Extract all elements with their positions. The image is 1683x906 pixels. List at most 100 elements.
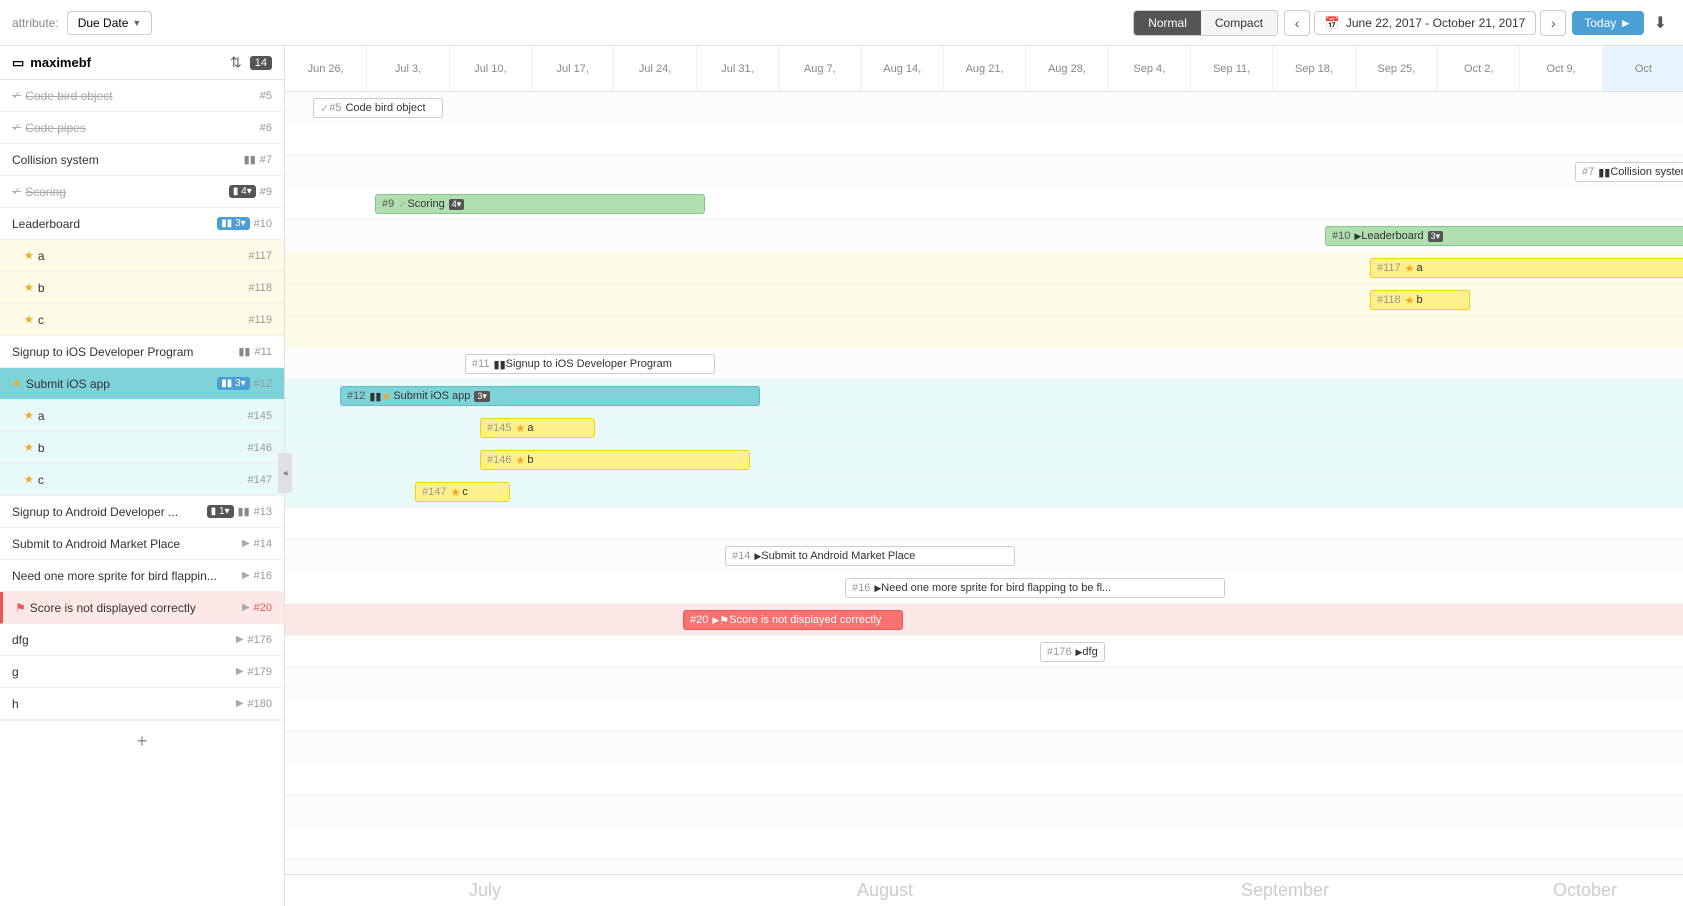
- timeline-col: Jul 10,: [450, 46, 532, 91]
- gantt-bar[interactable]: #145 ★ a: [480, 418, 595, 438]
- gantt-inner: Jun 26, Jul 3, Jul 10, Jul 17, Jul 24, J…: [285, 46, 1683, 906]
- task-row[interactable]: ★ c #147: [0, 464, 284, 496]
- task-row[interactable]: ★ Submit iOS app ▮▮ 3▾ #12: [0, 368, 284, 400]
- gantt-row: [285, 732, 1683, 764]
- gantt-row: #176 ▶ dfg: [285, 636, 1683, 668]
- gantt-bar[interactable]: #10 ▶ Leaderboard 3▾: [1325, 226, 1683, 246]
- collapse-icon[interactable]: ▭: [12, 55, 24, 71]
- task-row[interactable]: Leaderboard ▮▮ 3▾ #10: [0, 208, 284, 240]
- gantt-row: #11 ▮▮ Signup to iOS Developer Program: [285, 348, 1683, 380]
- badge: 4▾: [449, 199, 465, 210]
- task-row[interactable]: ✓ Code pipes #6: [0, 112, 284, 144]
- play-icon: ▶: [242, 602, 250, 613]
- task-row[interactable]: Signup to Android Developer ... ▮ 1▾ ▮▮ …: [0, 496, 284, 528]
- timeline-col: Aug 28,: [1026, 46, 1108, 91]
- task-row[interactable]: ⚑ Score is not displayed correctly ▶ #20: [0, 592, 284, 624]
- gantt-bar[interactable]: #20 ▶ ⚑ Score is not displayed correctly: [683, 610, 903, 630]
- bar-id: #5: [329, 102, 341, 114]
- task-row[interactable]: ★ c #119: [0, 304, 284, 336]
- task-row[interactable]: ✓ Code bird object #5: [0, 80, 284, 112]
- task-row[interactable]: g ▶ #179: [0, 656, 284, 688]
- timeline-col: Sep 18,: [1273, 46, 1355, 91]
- task-row[interactable]: ★ b #118: [0, 272, 284, 304]
- gantt-bar[interactable]: #176 ▶ dfg: [1040, 642, 1105, 662]
- month-september: September: [1085, 875, 1485, 906]
- task-row[interactable]: dfg ▶ #176: [0, 624, 284, 656]
- check-icon: ✓: [12, 121, 21, 134]
- gantt-area[interactable]: Jun 26, Jul 3, Jul 10, Jul 17, Jul 24, J…: [285, 46, 1683, 906]
- bars-icon: ▮▮: [1598, 166, 1610, 179]
- bar-label: Score is not displayed correctly: [729, 614, 881, 626]
- today-button[interactable]: Today: [1572, 11, 1643, 35]
- timeline-col: Jul 3,: [367, 46, 449, 91]
- task-row[interactable]: Need one more sprite for bird flappin...…: [0, 560, 284, 592]
- play-icon: ▶: [236, 666, 244, 677]
- due-date-button[interactable]: Due Date: [67, 11, 153, 35]
- timeline-col: Oct 9,: [1520, 46, 1602, 91]
- bar-label: dfg: [1082, 646, 1097, 658]
- next-button[interactable]: ›: [1540, 10, 1566, 36]
- star-icon: ★: [515, 454, 525, 467]
- task-row[interactable]: ✓ Scoring ▮ 4▾ #9: [0, 176, 284, 208]
- timeline-col: Aug 21,: [944, 46, 1026, 91]
- add-task-button[interactable]: +: [0, 720, 284, 762]
- badge: ▮ 4▾: [229, 185, 256, 198]
- gantt-bar[interactable]: #14 ▶ Submit to Android Market Place: [725, 546, 1015, 566]
- gantt-bar[interactable]: #117 ★ a: [1370, 258, 1683, 278]
- gantt-row: [285, 668, 1683, 700]
- gantt-bar[interactable]: #16 ▶ Need one more sprite for bird flap…: [845, 578, 1225, 598]
- prev-button[interactable]: ‹: [1284, 10, 1310, 36]
- month-july: July: [285, 875, 685, 906]
- gantt-bar[interactable]: #146 ★ b: [480, 450, 750, 470]
- star-icon: ★: [24, 249, 34, 262]
- task-row[interactable]: ★ a #117: [0, 240, 284, 272]
- gantt-row: #16 ▶ Need one more sprite for bird flap…: [285, 572, 1683, 604]
- bar-id: #9: [382, 198, 394, 210]
- gantt-bar[interactable]: ✓ #5 Code bird object: [313, 98, 443, 118]
- gantt-row: [285, 796, 1683, 828]
- task-row[interactable]: ★ b #146: [0, 432, 284, 464]
- bar-id: #7: [1582, 166, 1594, 178]
- bar-id: #118: [1377, 294, 1401, 306]
- toolbar-right: Normal Compact ‹ 📅 June 22, 2017 - Octob…: [1133, 9, 1671, 37]
- task-row[interactable]: ★ a #145: [0, 400, 284, 432]
- gantt-bar[interactable]: #147 ★ c: [415, 482, 510, 502]
- gantt-bar[interactable]: #11 ▮▮ Signup to iOS Developer Program: [465, 354, 715, 374]
- play-icon: ▶: [1075, 647, 1082, 658]
- bar-label: c: [462, 486, 468, 498]
- gantt-row: [285, 316, 1683, 348]
- star-icon: ★: [381, 390, 391, 403]
- star-icon: ★: [1405, 294, 1415, 307]
- gantt-row: #9 ✓ Scoring 4▾: [285, 188, 1683, 220]
- gantt-row: [285, 828, 1683, 860]
- attr-label: attribute:: [12, 16, 59, 30]
- bar-label: Leaderboard: [1361, 230, 1423, 242]
- timeline-col: Aug 14,: [862, 46, 944, 91]
- gantt-bar[interactable]: #7 ▮▮ Collision system: [1575, 162, 1683, 182]
- task-row[interactable]: Signup to iOS Developer Program ▮▮ #11: [0, 336, 284, 368]
- bar-id: #14: [732, 550, 750, 562]
- timeline-col: Sep 11,: [1191, 46, 1273, 91]
- task-row[interactable]: Submit to Android Market Place ▶ #14: [0, 528, 284, 560]
- timeline-header: Jun 26, Jul 3, Jul 10, Jul 17, Jul 24, J…: [285, 46, 1683, 92]
- timeline-col: Jul 17,: [532, 46, 614, 91]
- gantt-bar[interactable]: #9 ✓ Scoring 4▾: [375, 194, 705, 214]
- view-normal-button[interactable]: Normal: [1134, 11, 1201, 35]
- task-row[interactable]: h ▶ #180: [0, 688, 284, 720]
- check-icon: ✓: [12, 185, 21, 198]
- gantt-bar[interactable]: #118 ★ b: [1370, 290, 1470, 310]
- bar-id: #145: [487, 422, 511, 434]
- gantt-bar[interactable]: #12 ▮▮ ★ Submit iOS app 3▾: [340, 386, 760, 406]
- bars-icon: ▮▮: [369, 390, 381, 403]
- sidebar-collapse-button[interactable]: ◂: [278, 453, 292, 493]
- bars-icon: ▮▮: [244, 153, 256, 166]
- gantt-row: #10 ▶ Leaderboard 3▾: [285, 220, 1683, 252]
- sort-icon[interactable]: ⇅: [230, 54, 242, 71]
- gantt-row: [285, 124, 1683, 156]
- task-row[interactable]: Collision system ▮▮ #7: [0, 144, 284, 176]
- play-icon: ▶: [242, 570, 250, 581]
- timeline-col-today: Oct: [1603, 46, 1683, 91]
- view-compact-button[interactable]: Compact: [1201, 11, 1277, 35]
- bar-label: Code bird object: [345, 102, 425, 114]
- download-button[interactable]: ⬇: [1650, 9, 1671, 37]
